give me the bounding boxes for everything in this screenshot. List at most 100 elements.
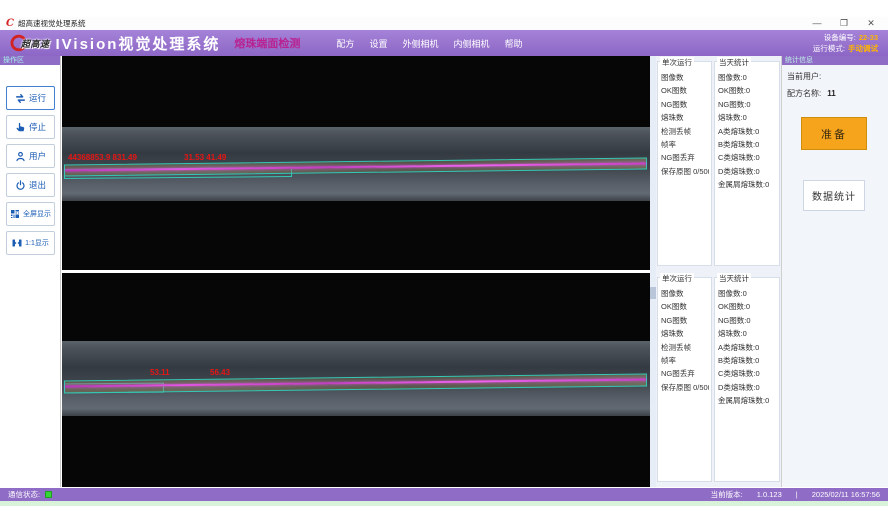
fullscreen-button-label: 全屏显示 bbox=[23, 209, 51, 219]
menu-item-settings[interactable]: 设置 bbox=[369, 37, 387, 50]
user-icon bbox=[14, 150, 27, 163]
stat-row: NG图丢弃 bbox=[661, 367, 709, 380]
app-logo-icon: C bbox=[6, 19, 14, 29]
menu-item-inner-camera[interactable]: 内侧相机 bbox=[453, 37, 489, 50]
recipe-name-value: 11 bbox=[827, 89, 835, 98]
one-to-one-icon bbox=[11, 237, 23, 249]
recipe-name-label: 配方名称: bbox=[787, 89, 821, 98]
daily-stats-groupbox: 当天统计 图像数:0OK图数:0NG图数:0熔珠数:0A类熔珠数:0B类熔珠数:… bbox=[714, 61, 780, 266]
comm-status-indicator bbox=[45, 491, 52, 498]
single-run-title: 单次运行 bbox=[660, 273, 694, 284]
stat-row: NG图数 bbox=[661, 314, 709, 327]
exit-button-label: 退出 bbox=[29, 179, 46, 191]
device-number-value: 22-33 bbox=[859, 33, 878, 42]
stat-row: 帧率 bbox=[661, 138, 709, 151]
datetime: 2025/02/11 16:57:56 bbox=[812, 490, 880, 499]
exit-button[interactable]: 退出 bbox=[6, 173, 55, 197]
single-run-groupbox: 单次运行 图像数OK图数NG图数熔珠数检测丢帧帧率NG图丢弃保存原图 0/500 bbox=[657, 61, 712, 266]
version-label: 当前版本: bbox=[711, 489, 743, 500]
taskbar-strip bbox=[0, 501, 888, 506]
brand-logo: 超高速 bbox=[8, 33, 50, 53]
hand-stop-icon bbox=[14, 121, 27, 134]
daily-stats-title: 当天统计 bbox=[717, 273, 751, 284]
comm-status-label: 通信状态: bbox=[8, 489, 40, 500]
stat-row: 金属屑熔珠数:0 bbox=[718, 394, 777, 407]
fullscreen-grid-icon bbox=[9, 208, 21, 220]
stop-button[interactable]: 停止 bbox=[6, 115, 55, 139]
single-run-title: 单次运行 bbox=[660, 57, 694, 68]
stat-row: 图像数:0 bbox=[718, 71, 777, 84]
desktop: C 超高速视觉处理系统 — ❐ ✕ 超高速 IVision视觉处理系统 熔珠端面… bbox=[0, 0, 888, 522]
stat-row: 帧率 bbox=[661, 354, 709, 367]
camera-area: 44368853.9 831.49 31.53 41.49 53.11 56.4… bbox=[62, 56, 650, 487]
stat-row: 熔珠数 bbox=[661, 111, 709, 124]
separator: | bbox=[796, 490, 798, 499]
stat-row: A类熔珠数:0 bbox=[718, 125, 777, 138]
measurement-annotation: 31.53 41.49 bbox=[184, 153, 226, 162]
sidebar-title: 操作区 bbox=[0, 56, 60, 65]
stat-row: OK图数:0 bbox=[718, 84, 777, 97]
stat-row: OK图数 bbox=[661, 84, 709, 97]
run-mode-row: 运行模式:手动调试 bbox=[813, 43, 878, 54]
stat-row: 图像数 bbox=[661, 71, 709, 84]
measurement-annotation: 56.43 bbox=[210, 368, 230, 377]
one-to-one-button[interactable]: 1:1显示 bbox=[6, 231, 55, 255]
data-statistics-button[interactable]: 数据统计 bbox=[803, 180, 865, 211]
run-mode-value: 手动调试 bbox=[848, 44, 878, 53]
close-button[interactable]: ✕ bbox=[866, 18, 876, 29]
measurement-annotation: 44368853.9 831.49 bbox=[68, 153, 137, 162]
app-header: 超高速 IVision视觉处理系统 熔珠端面检测 配方 设置 外侧相机 内侧相机… bbox=[0, 30, 888, 56]
stat-row: 熔珠数:0 bbox=[718, 111, 777, 124]
stat-row: NG图数:0 bbox=[718, 314, 777, 327]
stat-row: 图像数 bbox=[661, 287, 709, 300]
stat-row: D类熔珠数:0 bbox=[718, 381, 777, 394]
stat-row: C类熔珠数:0 bbox=[718, 151, 777, 164]
daily-stats-title: 当天统计 bbox=[717, 57, 751, 68]
menu-item-outer-camera[interactable]: 外侧相机 bbox=[402, 37, 438, 50]
brand-logo-text: 超高速 bbox=[21, 37, 50, 50]
fullscreen-button[interactable]: 全屏显示 bbox=[6, 202, 55, 226]
user-button[interactable]: 用户 bbox=[6, 144, 55, 168]
stat-row: 保存原图 0/500 bbox=[661, 381, 709, 394]
inner-camera-view: 53.11 56.43 bbox=[62, 273, 650, 487]
operation-sidebar: 操作区 运行 停止 用户 退出 全屏显示 bbox=[0, 56, 61, 487]
stat-row: A类熔珠数:0 bbox=[718, 341, 777, 354]
prepare-button[interactable]: 准备 bbox=[801, 117, 867, 150]
status-bar: 通信状态: 当前版本: 1.0.123 | 2025/02/11 16:57:5… bbox=[0, 488, 888, 501]
stat-row: 保存原图 0/500 bbox=[661, 165, 709, 178]
one-to-one-button-label: 1:1显示 bbox=[25, 238, 49, 248]
power-icon bbox=[14, 179, 27, 192]
info-panel: 统计信息 当前用户: 配方名称: 11 准备 数据统计 bbox=[781, 56, 888, 487]
run-button[interactable]: 运行 bbox=[6, 86, 55, 110]
recipe-row: 配方名称: 11 bbox=[787, 88, 888, 99]
maximize-button[interactable]: ❐ bbox=[839, 18, 849, 29]
inner-camera-stats: 单次运行 图像数OK图数NG图数熔珠数检测丢帧帧率NG图丢弃保存原图 0/500… bbox=[656, 272, 781, 484]
stat-row: C类熔珠数:0 bbox=[718, 367, 777, 380]
stat-row: B类熔珠数:0 bbox=[718, 354, 777, 367]
stat-row: 检测丢帧 bbox=[661, 125, 709, 138]
measurement-annotation: 53.11 bbox=[150, 368, 170, 377]
version-info: 当前版本: 1.0.123 | 2025/02/11 16:57:56 bbox=[711, 489, 880, 500]
info-panel-title: 统计信息 bbox=[782, 56, 888, 65]
sidebar-buttons: 运行 停止 用户 退出 全屏显示 1:1显示 bbox=[0, 86, 60, 255]
menu-item-help[interactable]: 帮助 bbox=[504, 37, 522, 50]
stat-row: OK图数 bbox=[661, 300, 709, 313]
menu-item-recipe[interactable]: 配方 bbox=[336, 37, 354, 50]
device-info: 设备编号:22-33 运行模式:手动调试 bbox=[813, 32, 880, 54]
app-title: IVision视觉处理系统 bbox=[56, 33, 221, 54]
daily-stats-groupbox: 当天统计 图像数:0OK图数:0NG图数:0熔珠数:0A类熔珠数:0B类熔珠数:… bbox=[714, 277, 780, 482]
current-user-row: 当前用户: bbox=[787, 71, 888, 82]
stat-row: B类熔珠数:0 bbox=[718, 138, 777, 151]
stat-row: OK图数:0 bbox=[718, 300, 777, 313]
version-value: 1.0.123 bbox=[757, 490, 782, 499]
stat-row: 图像数:0 bbox=[718, 287, 777, 300]
outer-camera-view: 44368853.9 831.49 31.53 41.49 bbox=[62, 56, 650, 270]
window-controls: — ❐ ✕ bbox=[812, 18, 882, 29]
run-icon bbox=[14, 92, 27, 105]
stat-row: D类熔珠数:0 bbox=[718, 165, 777, 178]
run-mode-label: 运行模式: bbox=[813, 44, 845, 53]
minimize-button[interactable]: — bbox=[812, 18, 822, 29]
main-menu: 配方 设置 外侧相机 内侧相机 帮助 bbox=[336, 37, 522, 50]
stat-row: NG图丢弃 bbox=[661, 151, 709, 164]
outer-camera-stats: 单次运行 图像数OK图数NG图数熔珠数检测丢帧帧率NG图丢弃保存原图 0/500… bbox=[656, 56, 781, 268]
